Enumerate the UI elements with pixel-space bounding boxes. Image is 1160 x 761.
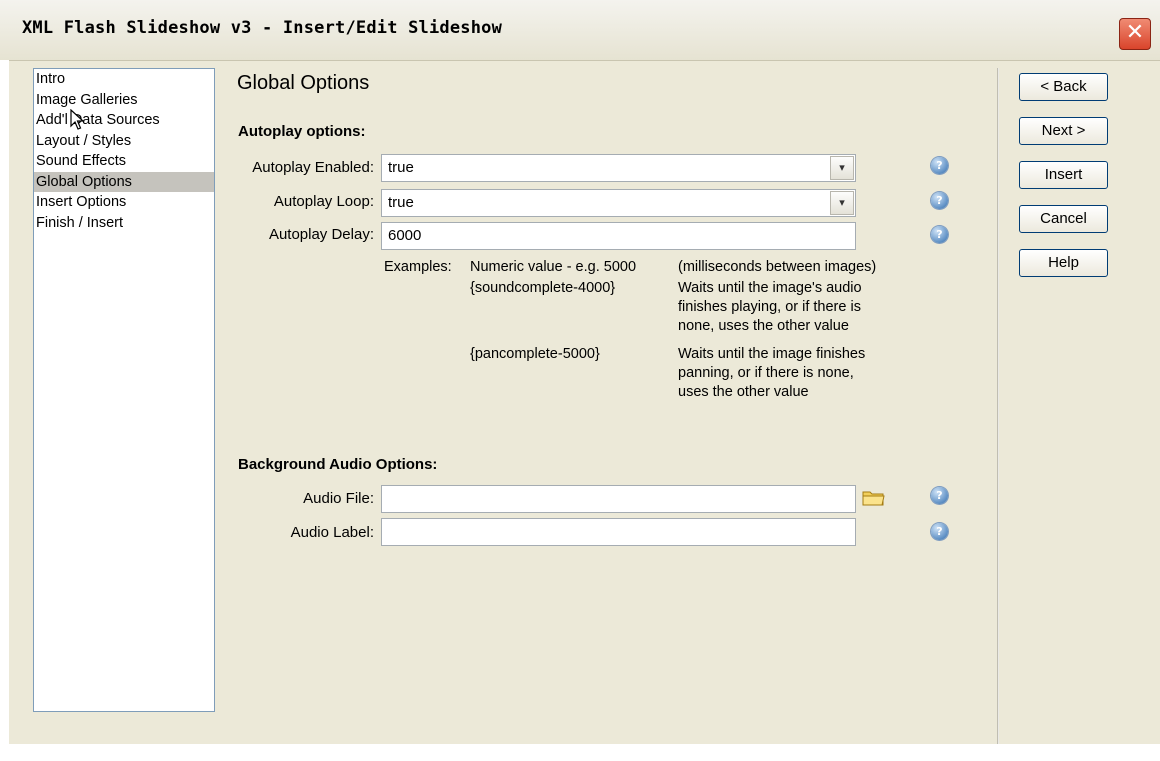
step-item-layout-styles[interactable]: Layout / Styles bbox=[34, 131, 214, 152]
audio-label-input[interactable] bbox=[381, 518, 856, 546]
autoplay-section-title: Autoplay options: bbox=[238, 123, 366, 140]
window-bottom-edge bbox=[0, 744, 1160, 761]
close-icon: ✕ bbox=[1125, 20, 1145, 45]
mouse-cursor-icon bbox=[70, 109, 85, 130]
audio-file-input[interactable] bbox=[381, 485, 856, 513]
example-value: {soundcomplete-4000} bbox=[470, 280, 616, 296]
audio-file-label: Audio File: bbox=[303, 490, 374, 507]
next-button[interactable]: Next > bbox=[1019, 117, 1108, 145]
example-description: finishes playing, or if there is bbox=[678, 299, 861, 315]
example-description: Waits until the image's audio bbox=[678, 280, 862, 296]
autoplay-enabled-value: true bbox=[388, 159, 414, 176]
dialog-window: XML Flash Slideshow v3 - Insert/Edit Sli… bbox=[0, 0, 1160, 761]
autoplay-enabled-select[interactable]: true ▾ bbox=[381, 154, 856, 182]
chevron-down-icon[interactable]: ▾ bbox=[830, 156, 854, 180]
audio-label-label: Audio Label: bbox=[290, 524, 374, 541]
example-value: {pancomplete-5000} bbox=[470, 346, 600, 362]
example-description: Waits until the image finishes bbox=[678, 346, 866, 362]
help-icon[interactable]: ? bbox=[931, 523, 948, 540]
back-button[interactable]: < Back bbox=[1019, 73, 1108, 101]
folder-icon[interactable] bbox=[862, 489, 885, 507]
cancel-button[interactable]: Cancel bbox=[1019, 205, 1108, 233]
help-icon[interactable]: ? bbox=[931, 226, 948, 243]
example-description: (milliseconds between images) bbox=[678, 259, 877, 275]
audio-section-title: Background Audio Options: bbox=[238, 456, 438, 473]
autoplay-loop-value: true bbox=[388, 194, 414, 211]
page-title: Global Options bbox=[237, 72, 370, 94]
chevron-down-icon[interactable]: ▾ bbox=[830, 191, 854, 215]
autoplay-delay-input[interactable]: 6000 bbox=[381, 222, 856, 250]
close-button[interactable]: ✕ bbox=[1119, 18, 1151, 50]
autoplay-delay-label: Autoplay Delay: bbox=[268, 226, 374, 243]
window-left-edge bbox=[0, 60, 9, 744]
step-item-insert-options[interactable]: Insert Options bbox=[34, 192, 214, 213]
vertical-divider bbox=[997, 68, 999, 744]
title-bar: XML Flash Slideshow v3 - Insert/Edit Sli… bbox=[0, 0, 1160, 61]
window-title: XML Flash Slideshow v3 - Insert/Edit Sli… bbox=[22, 18, 503, 38]
example-description: panning, or if there is none, bbox=[678, 365, 854, 381]
step-item-intro[interactable]: Intro bbox=[34, 69, 214, 90]
step-item-image-galleries[interactable]: Image Galleries bbox=[34, 90, 214, 111]
autoplay-loop-select[interactable]: true ▾ bbox=[381, 189, 856, 217]
step-list[interactable]: Intro Image Galleries Add'l Data Sources… bbox=[33, 68, 215, 712]
autoplay-loop-label: Autoplay Loop: bbox=[273, 193, 374, 210]
example-description: none, uses the other value bbox=[678, 318, 849, 334]
step-item-sound-effects[interactable]: Sound Effects bbox=[34, 151, 214, 172]
step-item-global-options[interactable]: Global Options bbox=[34, 171, 214, 192]
help-icon[interactable]: ? bbox=[931, 157, 948, 174]
step-item-finish-insert[interactable]: Finish / Insert bbox=[34, 213, 214, 234]
example-description: uses the other value bbox=[678, 384, 809, 400]
autoplay-enabled-label: Autoplay Enabled: bbox=[252, 159, 374, 176]
help-icon[interactable]: ? bbox=[931, 192, 948, 209]
step-item-data-sources[interactable]: Add'l Data Sources bbox=[34, 110, 214, 131]
help-icon[interactable]: ? bbox=[931, 487, 948, 504]
example-value: Numeric value - e.g. 5000 bbox=[470, 259, 637, 275]
examples-label: Examples: bbox=[384, 259, 452, 275]
insert-button[interactable]: Insert bbox=[1019, 161, 1108, 189]
help-button[interactable]: Help bbox=[1019, 249, 1108, 277]
